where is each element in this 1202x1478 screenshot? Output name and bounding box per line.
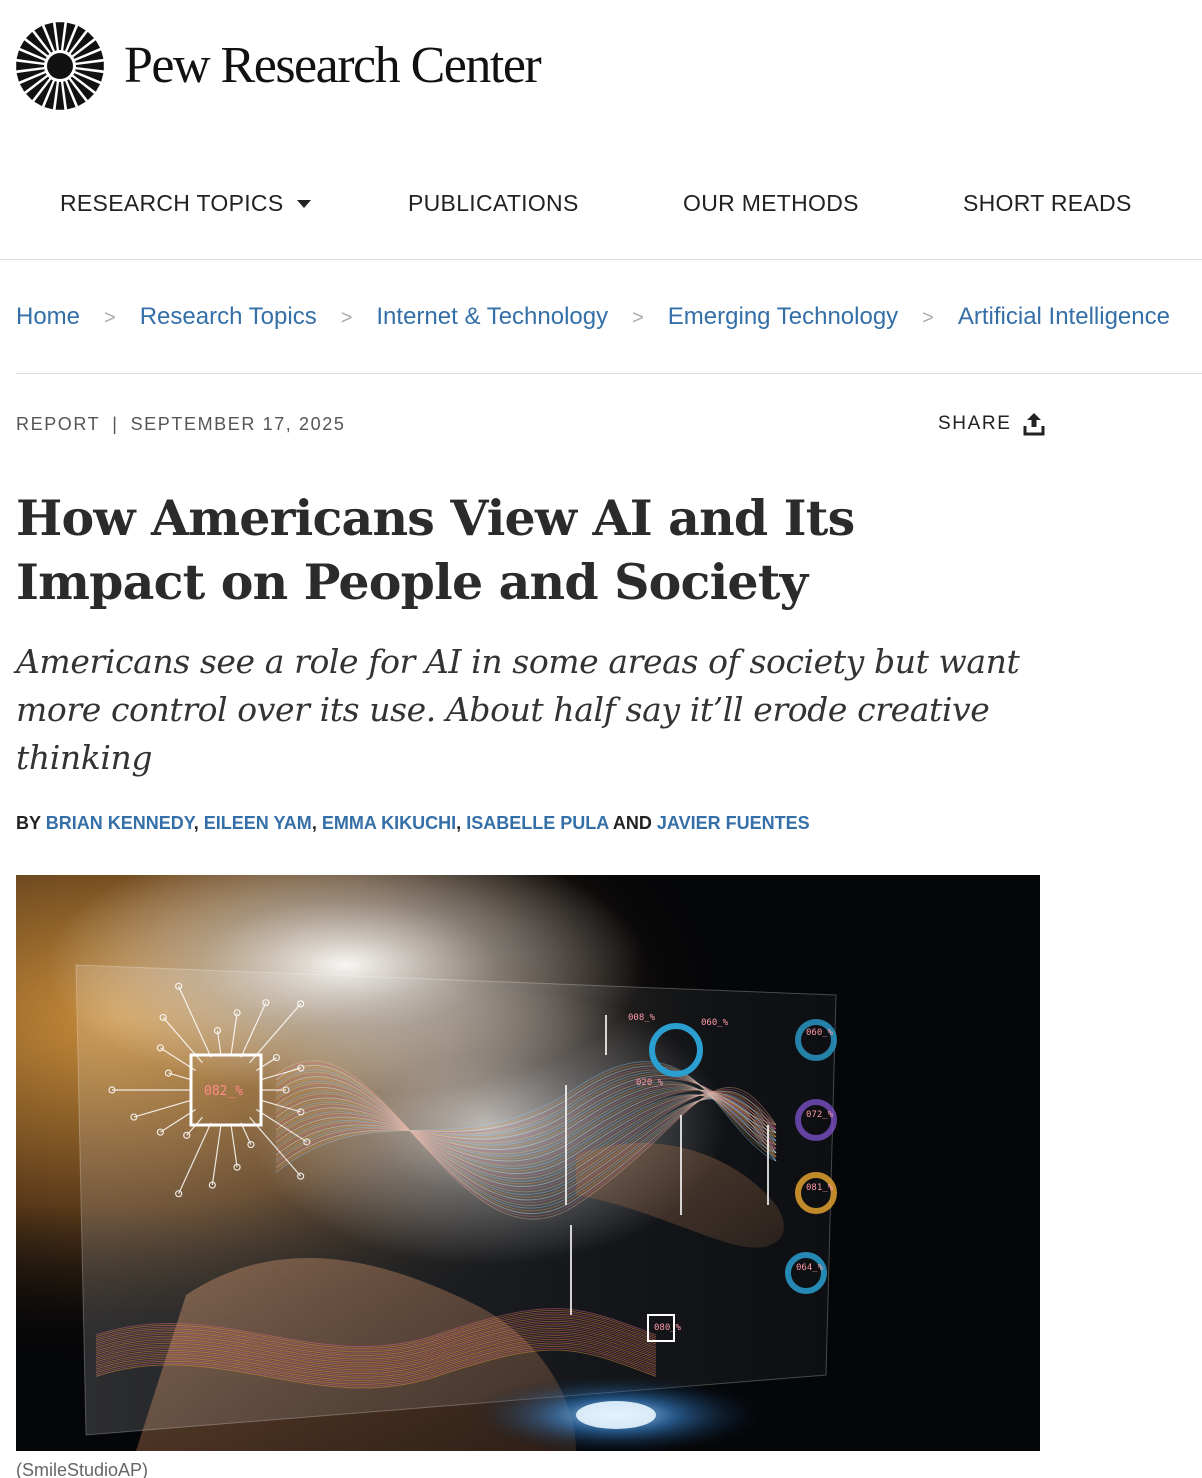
ai-laptop-illustration: 082_% 008_% 060_% 020_% 060_% 072_% 081_…	[16, 875, 1040, 1451]
breadcrumb-home[interactable]: Home	[16, 303, 80, 330]
nav-publications[interactable]: PUBLICATIONS	[408, 190, 579, 217]
article-subtitle: Americans see a role for AI in some area…	[16, 642, 1020, 777]
author-separator: ,	[311, 813, 317, 833]
svg-text:064_%: 064_%	[796, 1263, 824, 1273]
svg-text:008_%: 008_%	[628, 1013, 656, 1023]
share-upload-icon	[1023, 413, 1045, 436]
nav-short-reads[interactable]: SHORT READS	[963, 190, 1132, 217]
report-meta: REPORT | SEPTEMBER 17, 2025	[16, 414, 345, 435]
nav-label: PUBLICATIONS	[408, 190, 579, 216]
breadcrumb-divider	[16, 373, 1202, 374]
svg-text:060_%: 060_%	[806, 1028, 834, 1038]
pew-sunburst-logo-icon	[16, 22, 104, 110]
content-type: REPORT	[16, 414, 101, 434]
svg-text:080_%: 080_%	[654, 1323, 682, 1333]
nav-research-topics[interactable]: RESEARCH TOPICS	[60, 190, 312, 217]
author-link[interactable]: BRIAN KENNEDY	[46, 813, 194, 833]
author-separator: ,	[193, 813, 199, 833]
svg-text:060_%: 060_%	[701, 1018, 729, 1028]
share-label: SHARE	[938, 413, 1012, 434]
breadcrumb-separator-icon: >	[632, 307, 644, 329]
nav-divider	[0, 259, 1202, 260]
main-nav: RESEARCH TOPICS PUBLICATIONS OUR METHODS…	[0, 190, 1202, 234]
byline: BY BRIAN KENNEDY, EILEEN YAM, EMMA KIKUC…	[16, 813, 810, 834]
svg-text:020_%: 020_%	[636, 1078, 664, 1088]
article-title: How Americans View AI and Its Impact on …	[16, 489, 855, 611]
breadcrumb-separator-icon: >	[922, 307, 934, 329]
breadcrumb: Home > Research Topics > Internet & Technolo…	[16, 303, 1170, 331]
author-join: AND	[612, 813, 652, 833]
breadcrumb-separator-icon: >	[340, 307, 353, 329]
nav-our-methods[interactable]: OUR METHODS	[683, 190, 859, 217]
publish-date: SEPTEMBER 17, 2025	[130, 414, 346, 434]
site-logo[interactable]: Pew Research Center	[16, 22, 542, 110]
breadcrumb-artificial-intelligence[interactable]: Artificial Intelligence	[958, 303, 1170, 330]
breadcrumb-emerging-technology[interactable]: Emerging Technology	[668, 303, 898, 330]
breadcrumb-internet-technology[interactable]: Internet & Technology	[376, 303, 608, 330]
svg-text:082_%: 082_%	[204, 1084, 243, 1099]
nav-label: OUR METHODS	[683, 190, 859, 216]
breadcrumb-research-topics[interactable]: Research Topics	[140, 303, 317, 330]
svg-text:072_%: 072_%	[806, 1110, 834, 1120]
nav-label: RESEARCH TOPICS	[60, 190, 284, 216]
nav-label: SHORT READS	[963, 190, 1132, 216]
svg-text:081_%: 081_%	[806, 1183, 834, 1193]
breadcrumb-separator-icon: >	[104, 307, 116, 329]
hero-image: 082_% 008_% 060_% 020_% 060_% 072_% 081_…	[16, 875, 1040, 1451]
byline-prefix: BY	[16, 813, 41, 833]
author-link[interactable]: JAVIER FUENTES	[657, 813, 810, 833]
caret-down-icon	[297, 199, 312, 208]
meta-separator: |	[112, 414, 119, 434]
author-link[interactable]: ISABELLE PULA	[466, 813, 608, 833]
author-separator: ,	[456, 813, 462, 833]
share-button[interactable]: SHARE	[938, 412, 1045, 436]
brand-name: Pew Research Center	[124, 37, 542, 94]
author-link[interactable]: EILEEN YAM	[204, 813, 312, 833]
image-caption: (SmileStudioAP)	[16, 1460, 149, 1478]
author-link[interactable]: EMMA KIKUCHI	[322, 813, 456, 833]
